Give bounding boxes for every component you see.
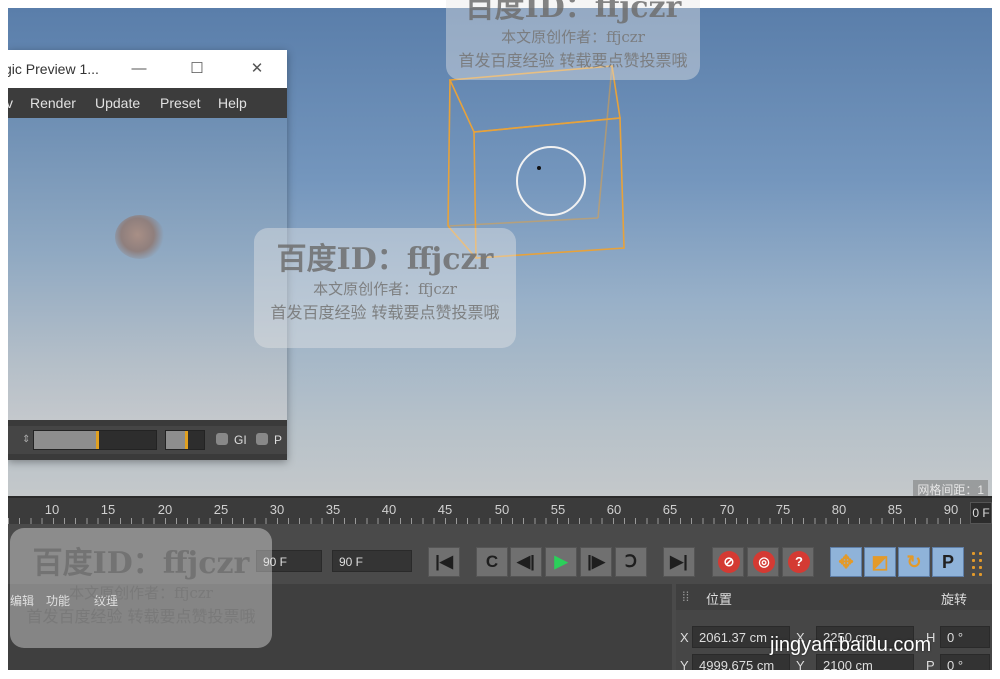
tick-label: 35 — [325, 502, 341, 517]
position-header: 位置 — [706, 592, 733, 607]
watermark-author: 本文原创作者：ffjczr — [501, 28, 645, 46]
tick-label: 25 — [213, 502, 229, 517]
tick-label: 10 — [44, 502, 60, 517]
tick-label: 75 — [775, 502, 791, 517]
rotate-tool-button[interactable]: ↻ — [898, 547, 930, 577]
tick-label: 70 — [719, 502, 735, 517]
rotation-header: 旋转 — [941, 592, 968, 607]
preview-toolbar: ⇕ GI P — [8, 426, 287, 454]
menu-help[interactable]: Help — [218, 95, 247, 111]
tick-label: 50 — [494, 502, 510, 517]
current-frame-field[interactable]: 0 F — [970, 502, 992, 524]
p-rot-label: P — [926, 658, 935, 670]
tick-label: 40 — [381, 502, 397, 517]
tick-label: 45 — [437, 502, 453, 517]
preview-window: gic Preview 1... — ☐ ✕ v Render Update P… — [8, 50, 287, 460]
tick-label: 15 — [100, 502, 116, 517]
help-icon: ? — [788, 551, 810, 573]
preview-mini-slider-fill — [166, 431, 185, 449]
autokey-button[interactable]: ◎ — [747, 547, 779, 577]
rendered-cloud — [115, 215, 165, 259]
preview-mini-slider[interactable] — [165, 430, 205, 450]
goto-start-button[interactable]: |◀ — [428, 547, 460, 577]
play-button[interactable]: ▶ — [545, 547, 577, 577]
menu-preset[interactable]: Preset — [160, 95, 200, 111]
maximize-button[interactable]: ☐ — [184, 56, 210, 82]
h-rotation-field[interactable]: 0 ° — [940, 626, 990, 648]
close-button[interactable]: ✕ — [244, 56, 270, 82]
tick-label: 80 — [831, 502, 847, 517]
timeline-ruler[interactable]: 10 15 20 25 30 35 40 45 50 55 60 65 70 7… — [8, 496, 992, 524]
scale-tool-button[interactable]: ◩ — [864, 547, 896, 577]
menu-update[interactable]: Update — [95, 95, 140, 111]
prev-key-button[interactable]: C — [476, 547, 508, 577]
object-center-dot — [537, 166, 541, 170]
watermark-id: 百度ID：ffjczr — [32, 546, 250, 581]
coordinates-panel: ⁞⁞ 位置 旋转 X 2061.37 cm X 2250 cm H 0 ° Y … — [676, 584, 992, 670]
x-label: X — [680, 630, 689, 645]
move-tool-button[interactable]: ✥ — [830, 547, 862, 577]
timeline-ticks — [8, 518, 992, 524]
tick-label: 30 — [269, 502, 285, 517]
tick-label: 55 — [550, 502, 566, 517]
watermark-note: 首发百度经验 转载要点赞投票哦 — [270, 303, 500, 322]
menu-view[interactable]: v — [8, 95, 13, 111]
preview-slider[interactable] — [33, 430, 157, 450]
minimize-button[interactable]: — — [126, 56, 152, 82]
tick-label: 85 — [887, 502, 903, 517]
grip-icon: ⁞⁞ — [682, 589, 690, 604]
jingyan-logo: jingyan.baidu.com — [770, 634, 932, 656]
next-frame-button[interactable]: |▶ — [580, 547, 612, 577]
y-label: Y — [680, 658, 689, 670]
tick-label: 65 — [662, 502, 678, 517]
tick-label: 60 — [606, 502, 622, 517]
preview-slider-fill — [34, 431, 96, 449]
p-checkbox[interactable] — [256, 433, 268, 445]
goto-end-button[interactable]: ▶| — [663, 547, 695, 577]
watermark-id: 百度ID：ffjczr — [276, 242, 494, 277]
dots-grid-icon[interactable] — [970, 550, 984, 576]
watermark-author: 本文原创作者：ffjczr — [69, 584, 213, 602]
watermark-note: 首发百度经验 转载要点赞投票哦 — [458, 51, 688, 70]
watermark-bottom: 百度ID：ffjczr 本文原创作者：ffjczr 首发百度经验 转载要点赞投票… — [10, 528, 272, 648]
preview-slider-marker[interactable] — [96, 431, 99, 449]
spin-arrows-icon[interactable]: ⇕ — [22, 434, 30, 445]
prev-frame-button[interactable]: ◀| — [510, 547, 542, 577]
p-rotation-field[interactable]: 0 ° — [940, 654, 990, 670]
next-key-button[interactable]: Ↄ — [615, 547, 647, 577]
watermark-author: 本文原创作者：ffjczr — [313, 280, 457, 298]
end-frame-field[interactable]: 90 F — [332, 550, 412, 572]
watermark-note: 首发百度经验 转载要点赞投票哦 — [26, 607, 256, 626]
tick-label: 90 — [943, 502, 959, 517]
keyframe-selection-button[interactable]: ? — [782, 547, 814, 577]
preview-menubar: v Render Update Preset Help — [8, 88, 287, 118]
record-icon: ⊘ — [718, 551, 740, 573]
preview-mini-slider-marker[interactable] — [185, 431, 188, 449]
rotation-gizmo-circle — [516, 146, 586, 216]
y-size-label: Y — [796, 658, 805, 670]
watermark-center: 百度ID：ffjczr 本文原创作者：ffjczr 首发百度经验 转载要点赞投票… — [254, 228, 516, 348]
gi-checkbox[interactable] — [216, 433, 228, 445]
coordinates-header: ⁞⁞ 位置 旋转 — [676, 584, 992, 610]
record-keys-button[interactable]: ⊘ — [712, 547, 744, 577]
autokey-icon: ◎ — [753, 551, 775, 573]
preview-render-area — [8, 118, 287, 420]
watermark-top: 百度ID：ffjczr 本文原创作者：ffjczr 首发百度经验 转载要点赞投票… — [446, 0, 700, 80]
tick-label: 20 — [157, 502, 173, 517]
preview-title: gic Preview 1... — [8, 61, 99, 77]
menu-render[interactable]: Render — [30, 95, 76, 111]
gi-label: GI — [234, 433, 247, 447]
preview-titlebar[interactable]: gic Preview 1... — ☐ ✕ — [8, 50, 287, 88]
parameter-button[interactable]: P — [932, 547, 964, 577]
p-label: P — [274, 433, 283, 447]
watermark-id: 百度ID：ffjczr — [464, 0, 682, 25]
